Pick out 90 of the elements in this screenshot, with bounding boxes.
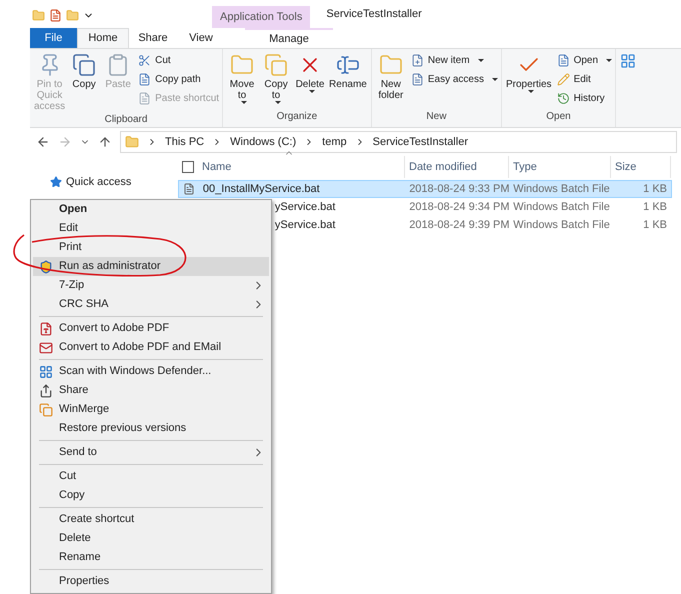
breadcrumb-item[interactable]: temp: [322, 134, 347, 150]
ribbon-tab[interactable]: View: [177, 28, 225, 48]
pdf-icon: [39, 322, 53, 336]
breadcrumb-item[interactable]: This PC: [165, 134, 204, 150]
menu-item[interactable]: Copy: [33, 486, 269, 505]
ribbon-button[interactable]: Copy path: [138, 72, 220, 87]
type-cell-text: Windows Batch File: [512, 182, 611, 197]
menu-item[interactable]: Convert to Adobe PDF: [33, 319, 269, 338]
document-icon: [410, 73, 424, 86]
size-cell-text: 1 KB: [642, 218, 668, 233]
ribbon-button[interactable]: Properties: [504, 53, 553, 109]
menu-item[interactable]: Run as administrator: [33, 257, 269, 276]
star-icon: [50, 176, 62, 188]
folder-icon: [378, 53, 403, 77]
column-header[interactable]: Size: [611, 156, 671, 178]
address-bar[interactable]: This PC Windows (C:) temp ServiceTestInstaller: [120, 131, 677, 153]
ribbon-button[interactable]: New item: [410, 53, 498, 68]
menu-item[interactable]: Rename: [33, 548, 269, 567]
date-cell-text: 2018-08-24 9:34 PM: [408, 200, 510, 215]
ribbon-button[interactable]: Rename: [328, 53, 368, 109]
menu-item[interactable]: Convert to Adobe PDF and EMail: [33, 338, 269, 357]
menu-item[interactable]: Delete: [33, 529, 269, 548]
rename-icon: [336, 53, 360, 77]
breadcrumb-item[interactable]: Windows (C:): [230, 134, 296, 150]
nav-item[interactable]: Quick access: [50, 174, 170, 190]
type-cell-text: Windows Batch File: [512, 200, 611, 215]
ribbon-button[interactable]: Delete: [294, 53, 326, 109]
folder-icon: [230, 53, 254, 77]
batch-file-icon: [182, 183, 195, 195]
document-icon: [138, 73, 152, 86]
back-icon[interactable]: [36, 135, 50, 149]
menu-item[interactable]: Print: [33, 238, 269, 257]
ribbon-tab[interactable]: File: [30, 28, 77, 48]
group-label: Clipboard: [104, 113, 148, 127]
file-row[interactable]: 00_InstallMyService.bat 2018-08-24 9:33 PM Windows Batch File 1 KB: [178, 180, 672, 198]
size-cell-text: 1 KB: [642, 182, 668, 197]
menu-item[interactable]: Scan with Windows Defender...: [33, 362, 269, 381]
menu-item[interactable]: Edit: [33, 219, 269, 238]
window-title: ServiceTestInstaller: [326, 6, 422, 22]
menu-item[interactable]: Create shortcut: [33, 510, 269, 529]
ribbon-tab[interactable]: Share: [129, 28, 177, 48]
ribbon-button[interactable]: Easy access: [410, 72, 498, 87]
ribbon-button[interactable]: Open: [556, 53, 612, 68]
file-name: yService.bat: [274, 218, 336, 233]
menu-item[interactable]: 7-Zip: [33, 276, 269, 295]
context-tab-group: Application Tools: [212, 6, 310, 28]
type-cell-text: Windows Batch File: [512, 218, 611, 233]
column-header[interactable]: Date modified: [405, 156, 509, 178]
file-name: 00_InstallMyService.bat: [202, 182, 320, 197]
file-name: yService.bat: [274, 200, 336, 215]
group-label: Open: [545, 110, 572, 124]
date-cell-text: 2018-08-24 9:39 PM: [408, 218, 510, 233]
ribbon-button[interactable]: New folder: [374, 53, 407, 109]
menu-item[interactable]: Cut: [33, 467, 269, 486]
document-icon: [138, 92, 152, 105]
document-icon: [556, 54, 570, 67]
group-label: Organize: [276, 110, 318, 124]
column-header[interactable]: Name: [198, 156, 405, 178]
ribbon-button[interactable]: Copy to: [260, 53, 292, 109]
group-label: New: [425, 110, 448, 124]
pencil-icon: [556, 73, 570, 86]
up-icon[interactable]: [98, 135, 112, 149]
menu-item[interactable]: CRC SHA: [33, 295, 269, 314]
mail-icon: [39, 340, 53, 354]
copy-icon: [264, 53, 288, 77]
breadcrumb-item[interactable]: ServiceTestInstaller: [372, 134, 468, 150]
size-cell-text: 1 KB: [642, 200, 668, 215]
history-icon: [556, 92, 570, 105]
column-header[interactable]: Type: [509, 156, 611, 178]
shield-icon: [39, 260, 53, 274]
share-icon: [39, 384, 53, 398]
ribbon-button[interactable]: Move to: [226, 53, 258, 109]
ribbon-button[interactable]: Copy: [68, 53, 100, 112]
select-all-checkbox[interactable]: [182, 161, 194, 173]
menu-item[interactable]: Send to: [33, 443, 269, 462]
menu-item[interactable]: WinMerge: [33, 400, 269, 419]
menu-item[interactable]: Properties: [33, 572, 269, 591]
new-item-icon: [410, 54, 424, 67]
menu-item[interactable]: Restore previous versions: [33, 419, 269, 438]
folder-icon: [125, 135, 139, 149]
ribbon-button[interactable]: Edit: [556, 72, 612, 87]
date-cell-text: 2018-08-24 9:33 PM: [408, 182, 510, 197]
copy-icon: [72, 53, 96, 77]
ribbon-button[interactable]: Cut: [138, 53, 220, 68]
menu-item[interactable]: Share: [33, 381, 269, 400]
menu-item[interactable]: Open: [33, 200, 269, 219]
ribbon-tab[interactable]: Home: [77, 28, 129, 48]
ribbon-button[interactable]: History: [556, 91, 612, 106]
layout-icon[interactable]: [620, 53, 636, 69]
scissors-icon: [138, 54, 152, 67]
